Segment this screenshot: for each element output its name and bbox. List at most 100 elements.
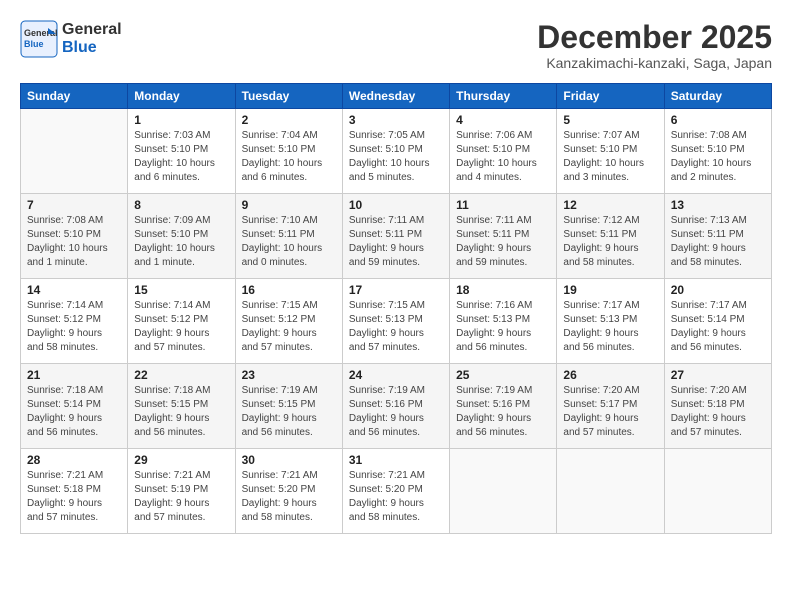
day-number: 26 [563,368,657,382]
day-info: Sunrise: 7:11 AMSunset: 5:11 PMDaylight:… [456,214,550,270]
day-info: Sunrise: 7:21 AMSunset: 5:18 PMDaylight:… [27,469,121,525]
day-info: Sunrise: 7:08 AMSunset: 5:10 PMDaylight:… [671,129,765,185]
day-cell: 7Sunrise: 7:08 AMSunset: 5:10 PMDaylight… [21,194,128,279]
day-info: Sunrise: 7:20 AMSunset: 5:18 PMDaylight:… [671,384,765,440]
day-cell [450,449,557,534]
day-info: Sunrise: 7:19 AMSunset: 5:16 PMDaylight:… [456,384,550,440]
day-cell: 11 Sunrise: 7:11 AMSunset: 5:11 PMDayligh… [450,194,557,279]
day-number: 1 [134,113,228,127]
calendar-table: Sunday Monday Tuesday Wednesday Thursday… [20,83,772,534]
week-row-2: 7Sunrise: 7:08 AMSunset: 5:10 PMDaylight… [21,194,772,279]
day-cell: 25 Sunrise: 7:19 AMSunset: 5:16 PMDayligh… [450,364,557,449]
day-cell: 5Sunrise: 7:07 AMSunset: 5:10 PMDaylight… [557,109,664,194]
day-cell: 10 Sunrise: 7:11 AMSunset: 5:11 PMDayligh… [342,194,449,279]
day-cell: 1 Sunrise: 7:03 AMSunset: 5:10 PMDaylight… [128,109,235,194]
day-cell [21,109,128,194]
day-number: 11 [456,198,550,212]
day-cell: 23 Sunrise: 7:19 AMSunset: 5:15 PMDayligh… [235,364,342,449]
day-info: Sunrise: 7:08 AMSunset: 5:10 PMDaylight:… [27,214,121,270]
day-info: Sunrise: 7:13 AMSunset: 5:11 PMDaylight:… [671,214,765,270]
col-sunday: Sunday [21,84,128,109]
header: General Blue General Blue December 2025 … [20,20,772,71]
week-row-4: 21 Sunrise: 7:18 AMSunset: 5:14 PMDayligh… [21,364,772,449]
col-thursday: Thursday [450,84,557,109]
day-number: 20 [671,283,765,297]
day-cell: 6 Sunrise: 7:08 AMSunset: 5:10 PMDaylight… [664,109,771,194]
logo-general-text: General [62,21,122,39]
day-info: Sunrise: 7:19 AMSunset: 5:15 PMDaylight:… [242,384,336,440]
day-cell [557,449,664,534]
day-number: 31 [349,453,443,467]
day-cell: 3Sunrise: 7:05 AMSunset: 5:10 PMDaylight… [342,109,449,194]
day-info: Sunrise: 7:21 AMSunset: 5:20 PMDaylight:… [242,469,336,525]
logo-text: General Blue [62,21,122,56]
day-cell [664,449,771,534]
day-number: 14 [27,283,121,297]
day-info: Sunrise: 7:15 AMSunset: 5:12 PMDaylight:… [242,299,336,355]
day-info: Sunrise: 7:19 AMSunset: 5:16 PMDaylight:… [349,384,443,440]
day-number: 28 [27,453,121,467]
day-info: Sunrise: 7:18 AMSunset: 5:15 PMDaylight:… [134,384,228,440]
day-info: Sunrise: 7:14 AMSunset: 5:12 PMDaylight:… [134,299,228,355]
day-cell: 16 Sunrise: 7:15 AMSunset: 5:12 PMDayligh… [235,279,342,364]
day-number: 22 [134,368,228,382]
svg-text:Blue: Blue [24,39,44,49]
day-number: 15 [134,283,228,297]
col-monday: Monday [128,84,235,109]
day-info: Sunrise: 7:16 AMSunset: 5:13 PMDaylight:… [456,299,550,355]
logo: General Blue General Blue [20,20,122,58]
day-cell: 31Sunrise: 7:21 AMSunset: 5:20 PMDayligh… [342,449,449,534]
day-number: 23 [242,368,336,382]
week-row-5: 28 Sunrise: 7:21 AMSunset: 5:18 PMDayligh… [21,449,772,534]
day-info: Sunrise: 7:20 AMSunset: 5:17 PMDaylight:… [563,384,657,440]
day-number: 5 [563,113,657,127]
day-info: Sunrise: 7:04 AMSunset: 5:10 PMDaylight:… [242,129,336,185]
day-info: Sunrise: 7:18 AMSunset: 5:14 PMDaylight:… [27,384,121,440]
day-number: 21 [27,368,121,382]
location-text: Kanzakimachi-kanzaki, Saga, Japan [537,55,772,71]
day-number: 30 [242,453,336,467]
day-cell: 20Sunrise: 7:17 AMSunset: 5:14 PMDayligh… [664,279,771,364]
day-info: Sunrise: 7:15 AMSunset: 5:13 PMDaylight:… [349,299,443,355]
day-number: 19 [563,283,657,297]
col-saturday: Saturday [664,84,771,109]
title-block: December 2025 Kanzakimachi-kanzaki, Saga… [537,20,772,71]
col-friday: Friday [557,84,664,109]
day-info: Sunrise: 7:11 AMSunset: 5:11 PMDaylight:… [349,214,443,270]
day-cell: 26 Sunrise: 7:20 AMSunset: 5:17 PMDayligh… [557,364,664,449]
page: General Blue General Blue December 2025 … [0,0,792,612]
week-row-1: 1 Sunrise: 7:03 AMSunset: 5:10 PMDaylight… [21,109,772,194]
week-row-3: 14 Sunrise: 7:14 AMSunset: 5:12 PMDayligh… [21,279,772,364]
logo-blue-text: Blue [62,39,122,57]
day-number: 13 [671,198,765,212]
day-number: 17 [349,283,443,297]
day-info: Sunrise: 7:10 AMSunset: 5:11 PMDaylight:… [242,214,336,270]
day-info: Sunrise: 7:05 AMSunset: 5:10 PMDaylight:… [349,129,443,185]
day-number: 12 [563,198,657,212]
day-info: Sunrise: 7:14 AMSunset: 5:12 PMDaylight:… [27,299,121,355]
day-info: Sunrise: 7:17 AMSunset: 5:13 PMDaylight:… [563,299,657,355]
day-number: 29 [134,453,228,467]
day-number: 18 [456,283,550,297]
day-number: 16 [242,283,336,297]
day-info: Sunrise: 7:03 AMSunset: 5:10 PMDaylight:… [134,129,228,185]
day-cell: 29Sunrise: 7:21 AMSunset: 5:19 PMDayligh… [128,449,235,534]
day-number: 4 [456,113,550,127]
day-cell: 30 Sunrise: 7:21 AMSunset: 5:20 PMDayligh… [235,449,342,534]
day-cell: 12 Sunrise: 7:12 AMSunset: 5:11 PMDayligh… [557,194,664,279]
month-title: December 2025 [537,20,772,55]
logo-icon: General Blue [20,20,58,58]
day-number: 10 [349,198,443,212]
day-number: 25 [456,368,550,382]
day-info: Sunrise: 7:09 AMSunset: 5:10 PMDaylight:… [134,214,228,270]
day-info: Sunrise: 7:12 AMSunset: 5:11 PMDaylight:… [563,214,657,270]
day-number: 6 [671,113,765,127]
day-cell: 17 Sunrise: 7:15 AMSunset: 5:13 PMDayligh… [342,279,449,364]
day-cell: 28 Sunrise: 7:21 AMSunset: 5:18 PMDayligh… [21,449,128,534]
day-cell: 9 Sunrise: 7:10 AMSunset: 5:11 PMDaylight… [235,194,342,279]
day-info: Sunrise: 7:06 AMSunset: 5:10 PMDaylight:… [456,129,550,185]
day-cell: 24Sunrise: 7:19 AMSunset: 5:16 PMDayligh… [342,364,449,449]
day-cell: 19 Sunrise: 7:17 AMSunset: 5:13 PMDayligh… [557,279,664,364]
day-cell: 2Sunrise: 7:04 AMSunset: 5:10 PMDaylight… [235,109,342,194]
day-number: 9 [242,198,336,212]
